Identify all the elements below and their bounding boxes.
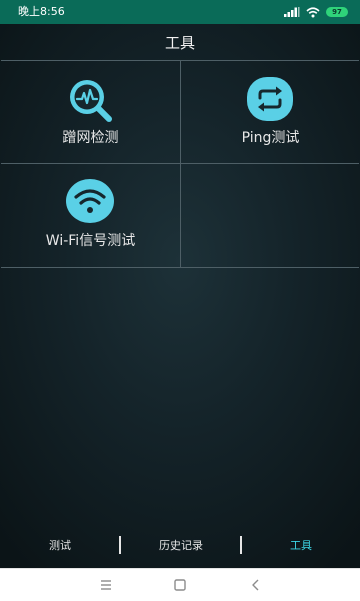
tool-label: 蹭网检测 [62, 130, 119, 146]
status-bar: 晚上8:56 97 [0, 0, 360, 24]
tool-wifi-signal[interactable]: Wi-Fi信号测试 [1, 164, 180, 266]
tab-history[interactable]: 历史记录 [121, 530, 241, 562]
page-title: 工具 [164, 34, 195, 52]
wifi-icon [66, 179, 114, 223]
back-icon[interactable] [246, 575, 266, 595]
signal-icon [284, 7, 300, 17]
tools-grid: 蹭网检测 Ping测试 Wi-Fi信号测试 [1, 60, 359, 268]
home-icon[interactable] [170, 575, 190, 595]
app-screen: 晚上8:56 97 工具 蹭网检测 Ping测试 Wi-Fi信号测试 测试 历史… [0, 0, 360, 568]
wifi-status-icon [306, 6, 320, 17]
tab-tools[interactable]: 工具 [242, 530, 360, 562]
tool-ping[interactable]: Ping测试 [181, 61, 360, 163]
empty-cell [181, 164, 360, 266]
tool-network-scan[interactable]: 蹭网检测 [1, 61, 180, 163]
tab-test[interactable]: 测试 [0, 530, 120, 562]
bottom-tab-bar: 测试 历史记录 工具 [0, 530, 360, 562]
menu-icon[interactable] [96, 575, 116, 595]
battery-icon: 97 [326, 7, 348, 17]
tool-label: Wi-Fi信号测试 [45, 233, 136, 249]
tool-label: Ping测试 [241, 130, 300, 146]
network-scan-icon [70, 80, 112, 122]
system-nav-bar [0, 568, 360, 601]
ping-repeat-icon [247, 77, 293, 121]
status-icons: 97 [284, 5, 348, 19]
status-time: 晚上8:56 [18, 5, 65, 18]
